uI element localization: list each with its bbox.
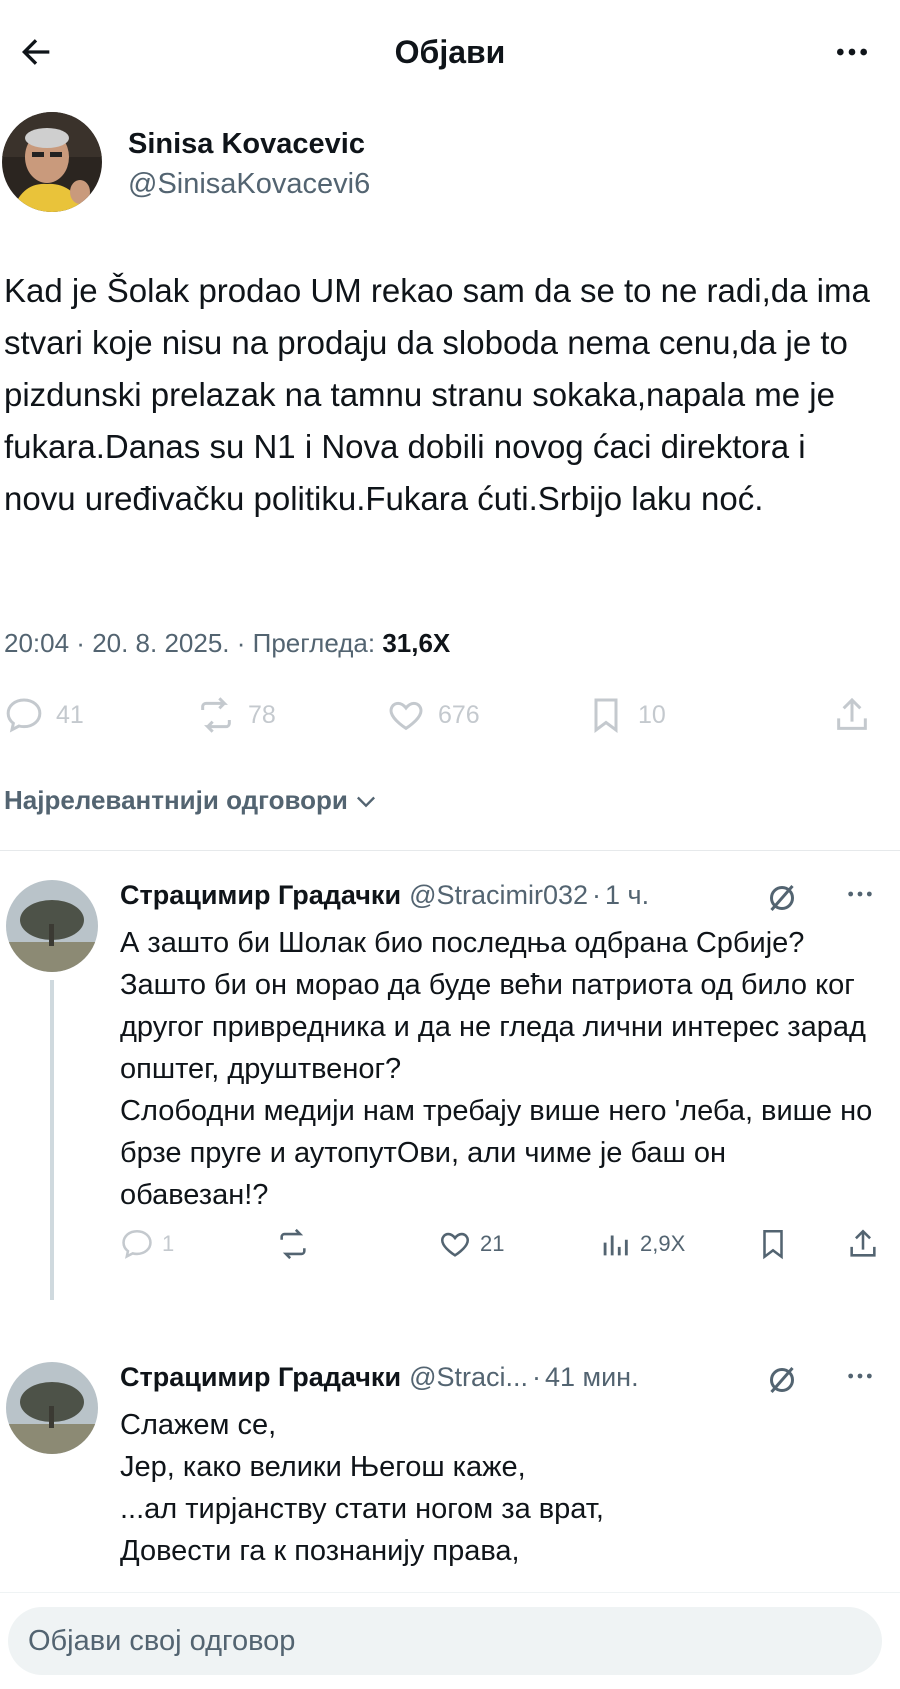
bookmark-count: 10 — [638, 700, 666, 729]
tweet-author: Sinisa Kovacevic @SinisaKovacevi6 — [0, 108, 900, 218]
author-avatar[interactable] — [2, 112, 102, 212]
reply-header: Страцимир Градачки @Stracimir032 · 1 ч. — [120, 880, 649, 911]
reply-reply-button[interactable]: 1 — [120, 1222, 174, 1266]
grok-icon[interactable] — [764, 880, 800, 916]
reply-avatar[interactable] — [6, 880, 98, 972]
reply-more-button[interactable] — [836, 1356, 884, 1396]
separator-dot: · — [532, 1362, 541, 1392]
more-horizontal-icon — [848, 891, 872, 897]
author-handle[interactable]: @SinisaKovacevi6 — [128, 168, 370, 201]
more-button[interactable] — [828, 28, 876, 76]
more-horizontal-icon — [837, 48, 867, 56]
reply-author-handle[interactable]: @Stracimir032 — [409, 880, 588, 911]
reply-item[interactable]: Страцимир Градачки @Stracimir032 · 1 ч. … — [0, 880, 900, 1300]
divider — [0, 850, 900, 851]
reply-share-button[interactable] — [846, 1222, 880, 1266]
tweet-actions: 41 78 676 10 — [0, 690, 900, 740]
reply-author-name[interactable]: Страцимир Градачки — [120, 1362, 401, 1393]
compose-box[interactable] — [8, 1607, 882, 1675]
repost-button[interactable]: 78 — [196, 690, 276, 740]
repost-icon — [201, 697, 231, 733]
separator-dot: · — [592, 880, 602, 910]
reply-like-count: 21 — [480, 1231, 505, 1256]
like-count: 676 — [438, 700, 480, 729]
reply-text: А зашто би Шолак био последња одбрана Ср… — [120, 927, 873, 1211]
reply-text: Слажем се, Јер, како велики Његош каже, … — [120, 1409, 604, 1567]
replies-sort-dropdown[interactable]: Најрелевантнији одговори — [4, 785, 380, 816]
repost-count: 78 — [248, 700, 276, 729]
heart-icon — [389, 701, 423, 731]
views-count: 31,6Х — [382, 628, 451, 658]
compose-bar — [0, 1592, 900, 1689]
reply-reply-count: 1 — [162, 1231, 175, 1256]
more-horizontal-icon — [848, 1373, 872, 1379]
views-label: Прегледа: — [252, 628, 376, 658]
views-chart-icon — [603, 1235, 628, 1256]
reply-bookmark-button[interactable] — [756, 1222, 790, 1266]
share-icon — [850, 1229, 876, 1257]
sort-label: Најрелевантнији одговори — [4, 785, 348, 815]
reply-header: Страцимир Градачки @Straci... · 41 мин. — [120, 1362, 639, 1393]
bookmark-button[interactable]: 10 — [586, 690, 666, 740]
reply-time[interactable]: 1 ч. — [605, 880, 649, 911]
tweet-meta: 20:04 · 20. 8. 2025. · Прегледа: 31,6Х — [4, 628, 451, 658]
reply-author-name[interactable]: Страцимир Градачки — [120, 880, 401, 911]
reply-count: 41 — [56, 700, 84, 729]
reply-author-handle[interactable]: @Straci... — [409, 1362, 528, 1393]
reply-avatar[interactable] — [6, 1362, 98, 1454]
share-icon — [837, 697, 867, 730]
reply-item[interactable]: Страцимир Градачки @Straci... · 41 мин. … — [0, 1362, 900, 1582]
bookmark-icon — [763, 1229, 783, 1260]
chevron-down-icon — [356, 796, 375, 807]
reply-icon — [122, 1229, 152, 1259]
bookmark-icon — [594, 698, 618, 733]
repost-icon — [280, 1228, 306, 1260]
heart-icon — [441, 1232, 469, 1257]
reply-repost-button[interactable] — [276, 1222, 310, 1266]
reply-views-button[interactable]: 2,9Х — [598, 1222, 685, 1266]
tweet-text: Kad je Šolak prodao UM rekao sam da se t… — [4, 272, 870, 517]
tweet-time[interactable]: 20:04 — [4, 628, 69, 658]
page-title: Објави — [394, 34, 506, 70]
reply-time[interactable]: 41 мин. — [545, 1362, 639, 1393]
like-button[interactable]: 676 — [386, 690, 480, 740]
grok-icon[interactable] — [764, 1362, 800, 1398]
reply-more-button[interactable] — [836, 874, 884, 914]
share-button[interactable] — [832, 690, 872, 740]
author-name[interactable]: Sinisa Kovacevic — [128, 128, 365, 161]
tweet-date[interactable]: 20. 8. 2025. — [92, 628, 229, 658]
reply-input[interactable] — [28, 1607, 858, 1675]
reply-like-button[interactable]: 21 — [438, 1222, 504, 1266]
top-bar: Објави — [0, 0, 900, 108]
reply-views-count: 2,9Х — [640, 1231, 686, 1256]
reply-actions: 1 21 2,9Х — [0, 1222, 900, 1266]
reply-button[interactable]: 41 — [4, 690, 84, 740]
reply-icon — [6, 698, 42, 733]
